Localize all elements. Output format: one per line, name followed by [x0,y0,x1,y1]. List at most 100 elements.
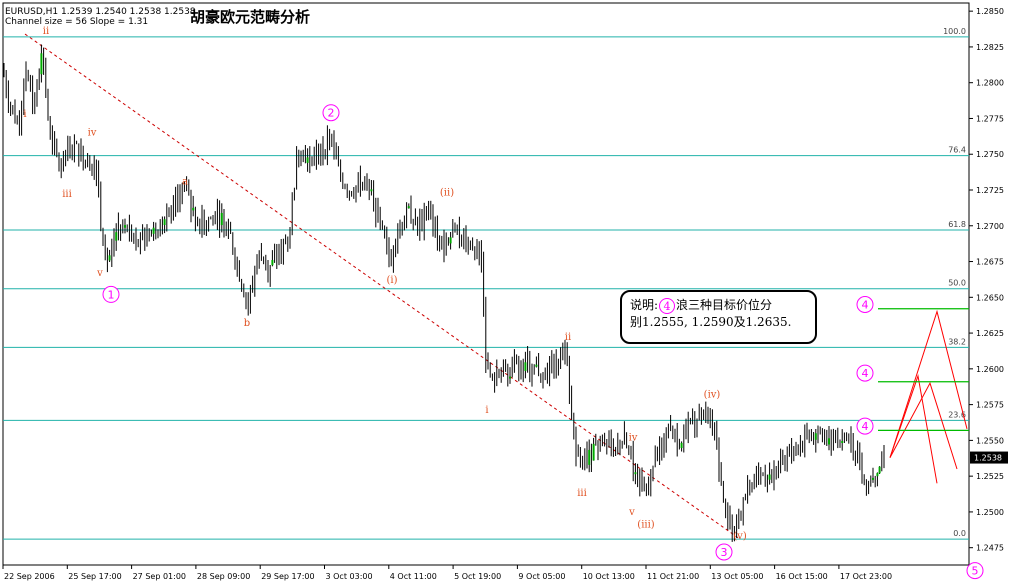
x-tick-label: 9 Oct 05:00 [518,572,565,581]
candle-body [192,207,195,211]
wave-label: v [628,507,635,518]
y-tick-label: 1.2650 [976,293,1004,302]
wave-label: iv [88,128,97,139]
wave-label: iv [629,432,638,443]
y-tick-label: 1.2850 [976,7,1004,16]
candle-body [220,213,223,226]
y-tick-label: 1.2750 [976,150,1004,159]
candle-body [828,438,830,445]
note-targets: 别1.2555, 1.2590及1.2635. [630,314,792,329]
wave-label: (iii) [637,520,654,531]
y-tick-label: 1.2775 [976,114,1004,123]
major-wave-label: 1 [108,288,115,301]
x-tick-label: 29 Sep 17:00 [261,572,314,581]
x-tick-label: 17 Oct 23:00 [840,572,892,581]
candle-body [306,157,309,163]
wave-label: i [485,405,488,416]
note-box: 说明: 4 浪三种目标价位分 别1.2555, 1.2590及1.2635. [620,290,817,344]
candle-body [814,433,817,440]
fib-label: 38.2 [948,337,966,346]
fib-label: 76.4 [948,146,966,155]
wave-label: ii [43,26,49,37]
y-tick-label: 1.2600 [976,365,1004,374]
wave-label: (iv) [704,390,721,401]
plot-border [2,2,970,566]
wave-label: iii [62,189,72,200]
wave-4-circle-icon: 4 [659,297,676,314]
major-wave-labels: 1 2 3 4 4 4 5 [102,104,984,580]
candle-body [124,225,126,228]
major-wave-label: 4 [862,367,869,380]
major-wave-label: 4 [862,299,869,312]
candle-body [680,442,683,448]
candle-body [108,255,111,261]
fib-label: 100.0 [943,27,966,36]
y-tick-label: 1.2675 [976,258,1004,267]
x-axis: 22 Sep 2006 25 Sep 17:00 27 Sep 01:00 28 Se… [2,565,892,581]
candle-body [370,189,373,192]
y-tick-label: 1.2525 [976,472,1004,481]
price-chart: 100.076.461.850.038.223.60.0 iiiiviiiavb… [2,2,1008,581]
candle-body [524,362,527,371]
candle-body [878,466,881,474]
x-tick-label: 3 Oct 03:00 [326,572,373,581]
fibonacci-levels: 100.076.461.850.038.223.60.0 [3,27,969,540]
x-tick-label: 5 Oct 19:00 [454,572,501,581]
candle-body [588,449,591,465]
fib-label: 50.0 [948,279,966,288]
wave-labels: iiiiviiiavb(ii)(i)iiiiv(iv)iiiv(iii)(v) [23,26,746,542]
projection-zigzag [889,374,938,484]
wave-label: b [244,318,250,329]
note-text: 浪三种目标价位分 [676,298,773,312]
candle-body [592,443,595,461]
major-wave-label: 3 [721,546,728,559]
y-axis: 1.2850 1.2825 1.2800 1.2775 1.2750 1.2725 1.27… [969,7,1008,553]
major-wave-label: 5 [972,565,979,578]
x-tick-label: 4 Oct 11:00 [390,572,437,581]
wave-label: v [96,268,103,279]
candle-body [449,237,452,244]
candle-body [535,364,538,367]
x-tick-label: 25 Sep 17:00 [68,572,121,581]
y-tick-label: 1.2700 [976,222,1004,231]
chart-title: 胡豪欧元范畴分析 [190,8,311,26]
major-wave-label: 2 [328,107,335,120]
y-tick-label: 1.2825 [976,43,1004,52]
candle-body [271,260,274,266]
y-tick-label: 1.2575 [976,401,1004,410]
candle-body [509,376,511,379]
fib-label: 0.0 [953,529,966,538]
y-tick-label: 1.2500 [976,508,1004,517]
x-tick-label: 28 Sep 09:00 [197,572,250,581]
note-prefix: 说明: [630,298,659,312]
candle-body [876,473,879,477]
x-tick-label: 16 Oct 15:00 [776,572,828,581]
x-tick-label: 10 Oct 13:00 [583,572,635,581]
wave-label: ii [565,332,571,343]
y-tick-label: 1.2475 [976,544,1004,553]
wave-label: iii [577,488,587,499]
candle-body [768,474,771,480]
y-tick-label: 1.2550 [976,436,1004,445]
candle-body [40,53,43,75]
candle-body [163,219,166,225]
y-tick-label: 1.2725 [976,186,1004,195]
candle-body [841,441,844,443]
candle-body [407,206,410,209]
candle-body [152,227,155,234]
wave-label: (v) [733,531,747,542]
channel-info: Channel size = 56 Slope = 1.31 [5,17,149,27]
symbol-header: EURUSD,H1 1.2539 1.2540 1.2538 1.2538 [5,7,196,17]
wave-label: (i) [386,275,397,286]
y-tick-label: 1.2800 [976,79,1004,88]
x-tick-label: 27 Sep 01:00 [133,572,186,581]
x-tick-label: 11 Oct 21:00 [647,572,699,581]
x-tick-label: 13 Oct 05:00 [711,572,763,581]
x-tick-label: 22 Sep 2006 [4,572,55,581]
wave-label: (ii) [440,188,454,199]
fib-label: 61.8 [948,220,966,229]
candle-body [634,472,637,475]
candle-body [872,477,874,480]
wave-label: a [182,176,188,187]
candle-body [115,232,118,241]
